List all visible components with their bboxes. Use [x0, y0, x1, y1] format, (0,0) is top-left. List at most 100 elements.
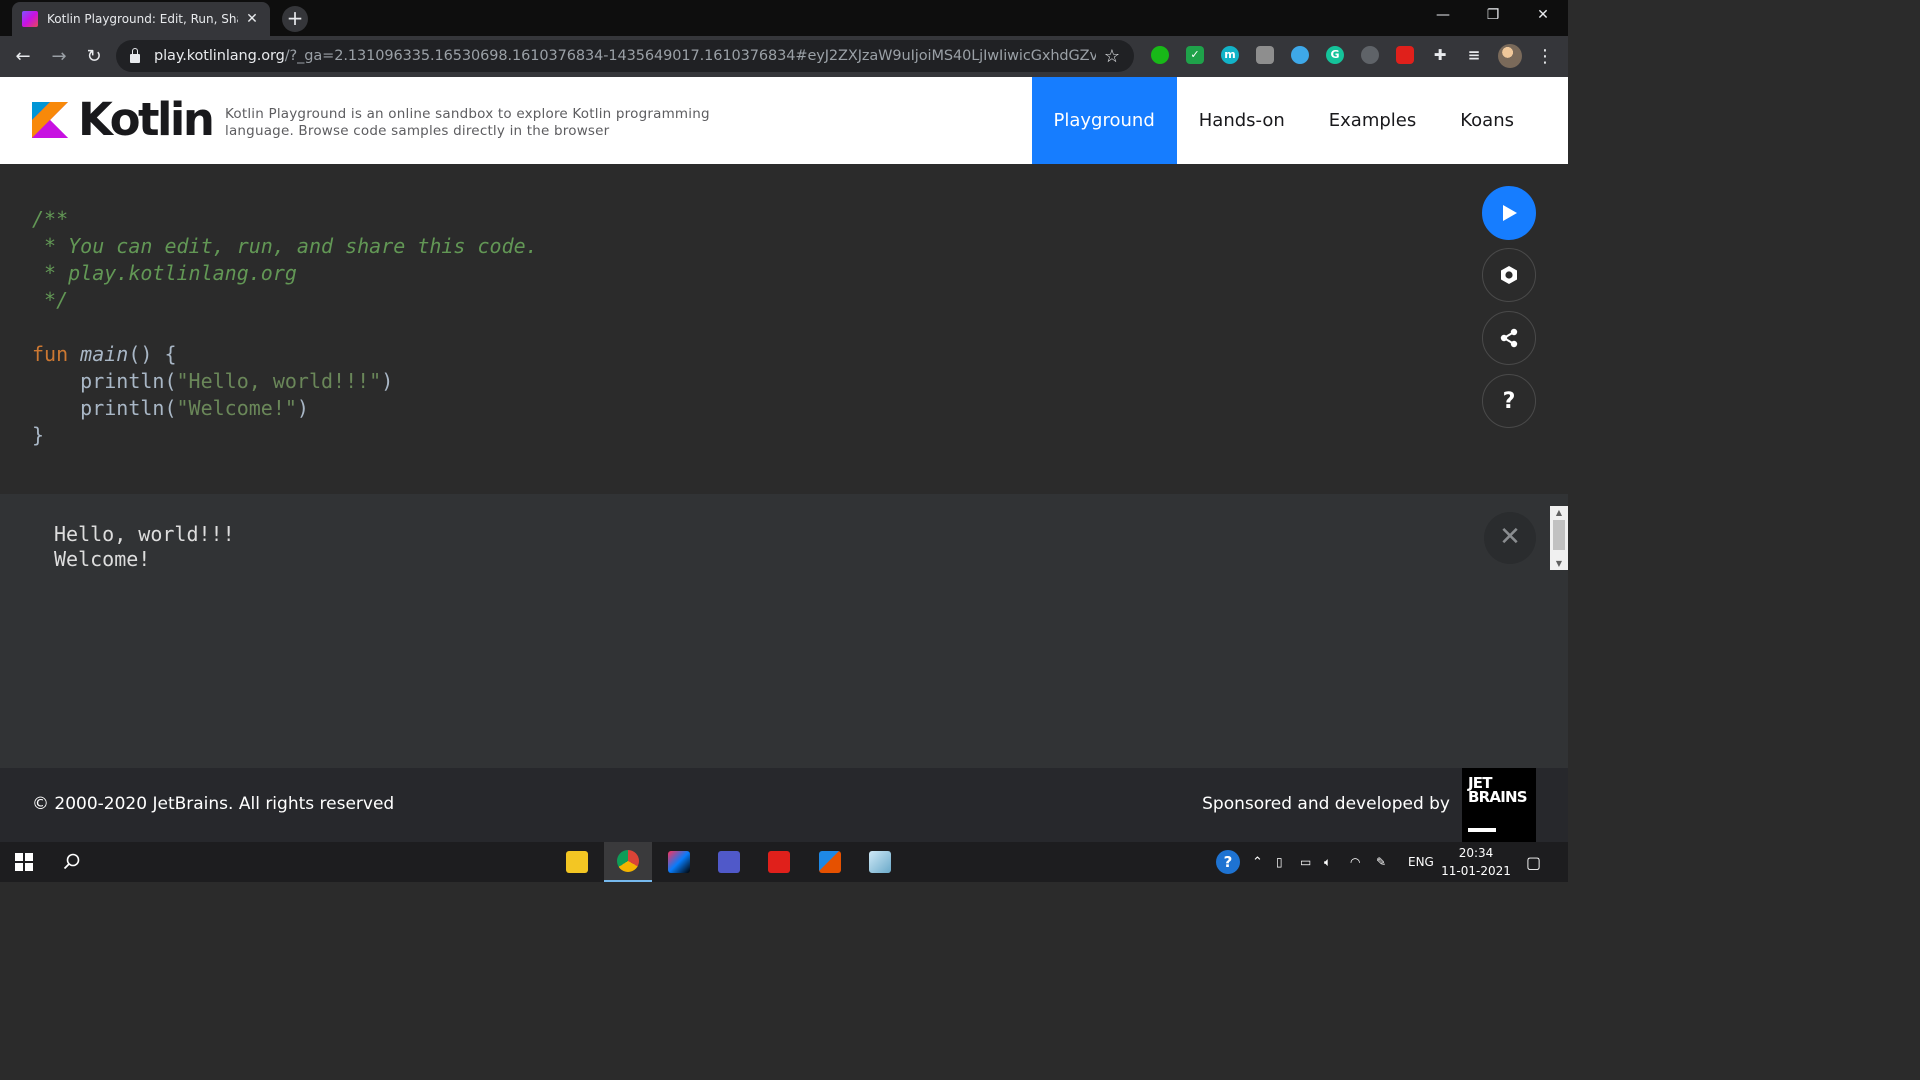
settings-hexagon-icon — [1501, 266, 1517, 284]
matlab-icon — [819, 851, 841, 873]
nav-playground[interactable]: Playground — [1031, 77, 1177, 164]
extension-cloud-icon[interactable] — [1361, 46, 1379, 64]
scroll-down-arrow-icon[interactable]: ▼ — [1550, 559, 1568, 568]
reload-button[interactable]: ↻ — [81, 44, 107, 70]
code-println: println( — [80, 396, 177, 420]
output-panel: Hello, world!!! Welcome! ✕ ▲ ▼ — [0, 494, 1568, 768]
close-output-button[interactable]: ✕ — [1484, 512, 1536, 564]
sponsored-text: Sponsored and developed by — [1202, 794, 1450, 814]
extension-green-icon[interactable] — [1151, 46, 1169, 64]
taskbar-teams[interactable] — [705, 842, 753, 882]
tab-close-icon[interactable]: ✕ — [244, 11, 260, 27]
code-string: "Welcome!" — [176, 396, 297, 420]
code-comment-line: */ — [32, 288, 69, 312]
code-keyword-fun: fun — [32, 342, 69, 366]
browser-tab-strip: Kotlin Playground: Edit, Run, Share K ✕ … — [0, 0, 1568, 36]
chrome-icon — [617, 850, 639, 872]
search-button[interactable] — [48, 842, 96, 882]
search-icon — [63, 853, 80, 870]
kotlin-favicon-icon — [22, 11, 38, 27]
site-footer: © 2000-2020 JetBrains. All rights reserv… — [0, 768, 1568, 842]
intellij-icon — [668, 851, 690, 873]
code-comment-line: /** — [32, 207, 69, 231]
back-button[interactable]: ← — [10, 44, 36, 70]
teams-icon — [718, 851, 740, 873]
output-line: Welcome! — [54, 547, 151, 571]
folder-icon — [566, 851, 588, 873]
system-clock[interactable]: 20:34 11-01-2021 — [1440, 844, 1512, 880]
output-scrollbar[interactable]: ▲ ▼ — [1550, 506, 1568, 570]
code-editor[interactable]: /** * You can edit, run, and share this … — [0, 164, 1568, 494]
question-icon: ? — [1216, 850, 1240, 874]
extensions-puzzle-icon[interactable]: ✚ — [1431, 46, 1449, 64]
nav-hands-on[interactable]: Hands-on — [1177, 77, 1307, 164]
url-path: /?_ga=2.131096335.16530698.1610376834-14… — [284, 48, 1096, 64]
taskbar-intellij[interactable] — [655, 842, 703, 882]
extension-gray-icon[interactable] — [1256, 46, 1274, 64]
app-icon — [869, 851, 891, 873]
nav-examples[interactable]: Examples — [1307, 77, 1438, 164]
help-tray-icon[interactable]: ? — [1216, 842, 1240, 882]
scrollbar-thumb[interactable] — [1553, 520, 1565, 550]
run-button[interactable] — [1482, 186, 1536, 240]
media-queue-icon[interactable]: ≡ — [1465, 46, 1483, 64]
kotlin-logo-text[interactable]: Kotlin — [78, 93, 215, 146]
taskbar-acrobat[interactable] — [755, 842, 803, 882]
code-comment-line: * You can edit, run, and share this code… — [32, 234, 538, 258]
address-bar[interactable]: play.kotlinlang.org/?_ga=2.131096335.165… — [116, 40, 1134, 72]
share-button[interactable] — [1482, 311, 1536, 365]
play-icon — [1503, 205, 1517, 221]
extension-shield-icon[interactable]: ✓ — [1186, 46, 1204, 64]
code-paren: ) — [296, 396, 309, 420]
jetbrains-logo[interactable]: JET BRAINS — [1462, 768, 1536, 842]
copyright-text: © 2000-2020 JetBrains. All rights reserv… — [32, 794, 395, 814]
browser-menu-icon[interactable]: ⋮ — [1532, 44, 1558, 70]
code-area[interactable]: /** * You can edit, run, and share this … — [32, 206, 538, 449]
help-button[interactable]: ? — [1482, 374, 1536, 428]
taskbar-app[interactable] — [856, 842, 904, 882]
browser-tab-active[interactable]: Kotlin Playground: Edit, Run, Share K ✕ — [12, 2, 270, 36]
grammarly-icon[interactable]: G — [1326, 46, 1344, 64]
extension-blue-icon[interactable] — [1291, 46, 1309, 64]
new-tab-button[interactable]: + — [282, 6, 308, 32]
clock-time: 20:34 — [1458, 846, 1494, 860]
taskbar-matlab[interactable] — [806, 842, 854, 882]
restore-button[interactable]: ❐ — [1468, 0, 1518, 32]
windows-taskbar: ? ⌃ ▯ ▭ 🔈︎ ◠ ✎ ENG 20:34 11-01-2021 ▢ — [0, 842, 1568, 882]
forward-button[interactable]: → — [46, 44, 72, 70]
taskbar-chrome[interactable] — [604, 842, 652, 882]
acrobat-extension-icon[interactable] — [1396, 46, 1414, 64]
extension-m-icon[interactable]: m — [1221, 46, 1239, 64]
bookmark-star-icon[interactable]: ☆ — [1104, 46, 1120, 67]
kotlin-logo-icon[interactable] — [32, 102, 68, 138]
lock-icon[interactable] — [130, 47, 140, 63]
minimize-button[interactable]: — — [1418, 0, 1468, 32]
site-header: Kotlin Kotlin Playground is an online sa… — [0, 77, 1568, 164]
volume-icon[interactable]: 🔈︎ — [1324, 842, 1331, 882]
pen-icon[interactable]: ✎ — [1376, 842, 1386, 882]
language-indicator[interactable]: ENG — [1408, 842, 1434, 882]
code-println: println( — [80, 369, 177, 393]
code-string: "Hello, world!!!" — [176, 369, 382, 393]
taskbar-file-explorer[interactable] — [553, 842, 601, 882]
window-close-button[interactable]: ✕ — [1518, 0, 1568, 32]
nav-koans[interactable]: Koans — [1438, 77, 1568, 164]
site-tagline: Kotlin Playground is an online sandbox t… — [225, 106, 710, 139]
jetbrains-logo-bar — [1468, 828, 1496, 832]
acrobat-icon — [768, 851, 790, 873]
windows-logo-icon — [15, 853, 33, 871]
notification-center-icon[interactable]: ▢ — [1526, 842, 1541, 882]
tray-overflow-chevron-icon[interactable]: ⌃ — [1252, 842, 1263, 882]
clock-date: 11-01-2021 — [1441, 864, 1511, 878]
url-text[interactable]: play.kotlinlang.org/?_ga=2.131096335.165… — [154, 48, 1096, 64]
profile-avatar[interactable] — [1498, 44, 1522, 68]
code-comment-line: * play.kotlinlang.org — [32, 261, 297, 285]
tray-device-icon[interactable]: ▯ — [1276, 842, 1283, 882]
settings-button[interactable] — [1482, 248, 1536, 302]
windows-start-button[interactable] — [0, 842, 48, 882]
share-icon — [1500, 328, 1518, 348]
wifi-icon[interactable]: ◠ — [1350, 842, 1360, 882]
battery-icon[interactable]: ▭ — [1300, 842, 1311, 882]
scroll-up-arrow-icon[interactable]: ▲ — [1550, 508, 1568, 517]
browser-toolbar: ← → ↻ play.kotlinlang.org/?_ga=2.1310963… — [0, 36, 1568, 77]
